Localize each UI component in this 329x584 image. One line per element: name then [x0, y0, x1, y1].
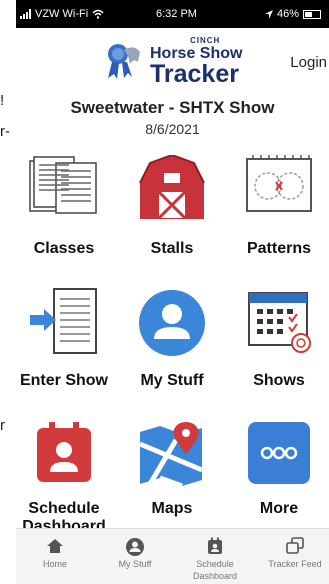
tab-home[interactable]: Home	[24, 529, 86, 584]
tile-label: Stalls	[150, 240, 194, 257]
tab-label: Tracker Feed	[268, 559, 322, 569]
tab-label: Home	[42, 559, 67, 569]
login-button[interactable]: Login	[290, 54, 327, 71]
user-icon	[139, 290, 205, 356]
wifi-icon	[92, 9, 104, 19]
user-icon	[126, 538, 144, 556]
schedule-dashboard-icon	[208, 537, 222, 554]
background-text-fragment: !	[0, 92, 5, 109]
show-title: Sweetwater - SHTX Show	[70, 98, 275, 117]
enter-show-icon	[30, 288, 97, 354]
more-icon	[248, 422, 310, 484]
my-stuff-tile[interactable]: My Stuff	[122, 287, 222, 397]
feed-icon	[286, 537, 304, 554]
calendar-icon	[248, 292, 311, 353]
tile-label: Enter Show	[19, 372, 108, 389]
clock: 6:32 PM	[156, 8, 197, 20]
patterns-tile[interactable]: Patterns	[229, 155, 329, 265]
background-page-fragments: ! r- r	[0, 0, 16, 584]
home-icon	[47, 539, 63, 553]
app-header: CINCH Horse Show Tracker Login	[16, 28, 329, 90]
battery-icon	[303, 9, 321, 19]
location-arrow-icon	[264, 9, 273, 19]
tile-label: More	[259, 500, 299, 517]
signal-icon	[20, 9, 31, 19]
tile-label: Classes	[33, 240, 95, 257]
tab-bar: Home My Stuff Schedule Dashboard Tracker…	[16, 528, 329, 584]
tile-label: Shows	[253, 372, 305, 389]
schedule-dashboard-icon	[37, 422, 91, 482]
tab-my-stuff[interactable]: My Stuff	[104, 529, 166, 584]
tab-label: Schedule Dashboard	[192, 559, 238, 581]
shows-tile[interactable]: Shows	[229, 287, 329, 397]
background-text-fragment: r	[0, 417, 5, 434]
tab-label: My Stuff	[118, 559, 152, 569]
app-screen: VZW Wi-Fi 6:32 PM 46% CINCH Horse Show T…	[16, 0, 329, 584]
barn-icon	[139, 155, 205, 219]
schedule-dashboard-tile[interactable]: Schedule Dashboard	[16, 420, 114, 535]
classes-tile[interactable]: Classes	[16, 155, 114, 265]
tile-label: Patterns	[246, 240, 312, 257]
ribbon-horse-icon	[108, 44, 140, 79]
tile-label: Maps	[151, 500, 193, 517]
show-date: 8/6/2021	[145, 121, 200, 137]
app-logo: CINCH Horse Show Tracker	[100, 36, 260, 88]
background-text-fragment: r-	[0, 123, 10, 140]
enter-show-tile[interactable]: Enter Show	[16, 287, 114, 397]
carrier-label: VZW Wi-Fi	[35, 8, 89, 20]
status-bar: VZW Wi-Fi 6:32 PM 46%	[16, 0, 329, 28]
battery-percent: 46%	[276, 8, 299, 20]
stalls-tile[interactable]: Stalls	[122, 155, 222, 265]
classes-document-icon	[29, 156, 97, 214]
tab-tracker-feed[interactable]: Tracker Feed	[264, 529, 326, 584]
map-icon	[139, 422, 203, 486]
more-tile[interactable]: More	[229, 420, 329, 528]
logo-brand: CINCH	[190, 36, 221, 45]
pattern-icon	[246, 155, 312, 212]
maps-tile[interactable]: Maps	[122, 420, 222, 528]
logo-line-2: Tracker	[150, 60, 239, 88]
tile-label: My Stuff	[140, 372, 204, 389]
tab-schedule-dashboard[interactable]: Schedule Dashboard	[184, 529, 246, 584]
